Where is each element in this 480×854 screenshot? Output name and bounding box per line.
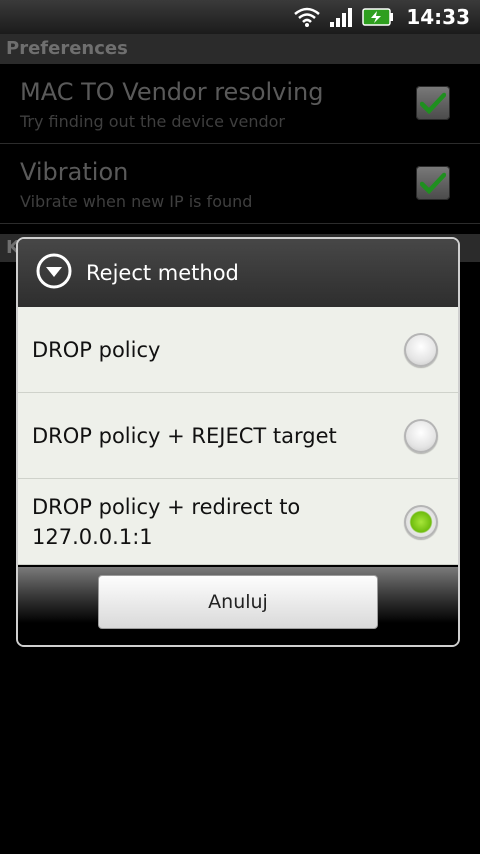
dropdown-circle-icon — [36, 253, 72, 293]
options-list: DROP policy DROP policy + REJECT target … — [18, 307, 458, 565]
option-drop-policy[interactable]: DROP policy — [18, 307, 458, 393]
preferences-header: Preferences — [0, 34, 480, 64]
radio-button-selected[interactable] — [404, 504, 438, 539]
reject-method-dialog: Reject method DROP policy DROP policy + … — [16, 237, 460, 647]
dialog-title: Reject method — [86, 261, 239, 285]
pref-subtitle: Try finding out the device vendor — [20, 112, 286, 131]
checkbox-vibration[interactable] — [416, 166, 450, 200]
option-label: DROP policy + REJECT target — [32, 423, 337, 448]
status-bar: 14:33 — [0, 0, 480, 34]
radio-button[interactable] — [404, 332, 438, 367]
signal-icon — [330, 7, 353, 27]
radio-button[interactable] — [404, 418, 438, 453]
pref-row-vibration[interactable]: Vibration Vibrate when new IP is found — [0, 144, 480, 224]
dialog-title-bar: Reject method — [18, 239, 458, 307]
option-label: DROP policy + redirect to 127.0.0.1:1 — [32, 494, 301, 549]
checkbox-mac-vendor[interactable] — [416, 86, 450, 120]
pref-row-mac-vendor[interactable]: MAC TO Vendor resolving Try finding out … — [0, 64, 480, 144]
option-drop-redirect[interactable]: DROP policy + redirect to 127.0.0.1:1 — [18, 479, 458, 565]
option-drop-reject[interactable]: DROP policy + REJECT target — [18, 393, 458, 479]
pref-subtitle: Vibrate when new IP is found — [20, 192, 253, 211]
pref-title: Vibration — [20, 158, 129, 186]
battery-charging-icon — [362, 8, 394, 26]
pref-title: MAC TO Vendor resolving — [20, 78, 324, 106]
wifi-icon — [294, 7, 321, 27]
cancel-button[interactable]: Anuluj — [98, 575, 378, 629]
status-time: 14:33 — [406, 5, 470, 29]
option-label: DROP policy — [32, 337, 161, 362]
check-icon — [420, 92, 446, 114]
check-icon — [420, 172, 446, 194]
dialog-footer: Anuluj — [18, 567, 458, 645]
